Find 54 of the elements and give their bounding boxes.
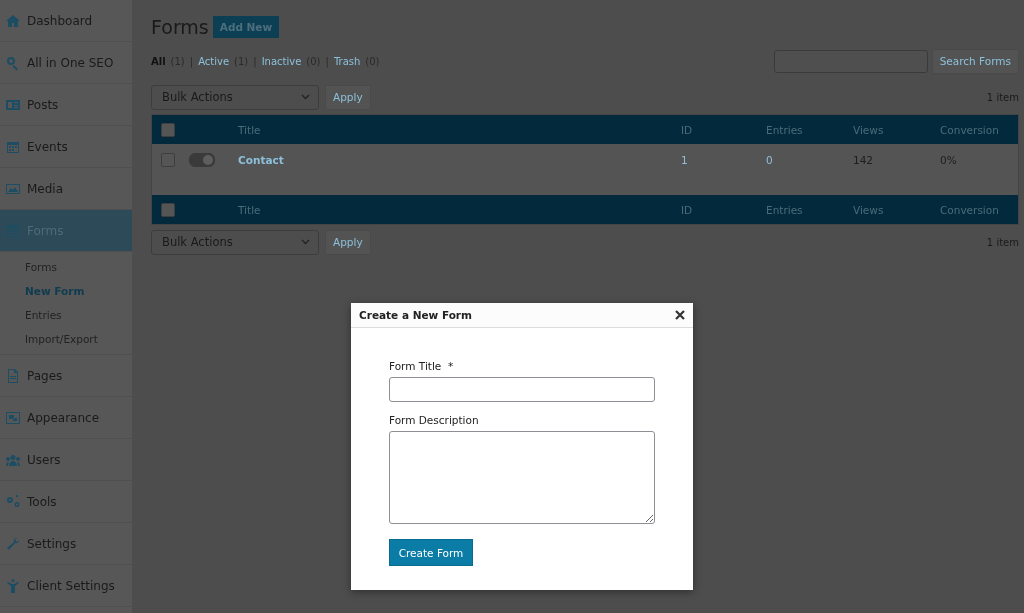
sidebar-item[interactable]: Client Settings <box>0 565 132 607</box>
column-header: Conversion <box>940 123 1000 136</box>
table-cell-text: 1 <box>681 153 689 168</box>
column-header: Title <box>238 203 262 216</box>
column-header: Title <box>238 123 262 136</box>
select-all-checkbox[interactable] <box>161 202 175 217</box>
column-header: Conversion <box>940 203 1000 216</box>
sidebar-item[interactable]: Posts <box>0 84 132 126</box>
sidebar-item[interactable]: Events <box>0 126 132 168</box>
menu-icon <box>5 409 21 426</box>
sidebar-item[interactable]: All in One SEO <box>0 42 132 84</box>
menu-icon <box>5 367 21 384</box>
field-label: Form Description <box>389 414 480 426</box>
submenu-item[interactable]: New Form <box>25 283 132 299</box>
form-title-input[interactable] <box>389 377 655 402</box>
form-description-textarea[interactable] <box>389 431 655 524</box>
filter-link[interactable]: Active <box>198 55 230 67</box>
menu-icon <box>5 493 21 510</box>
entries-link[interactable]: 0 <box>766 153 853 168</box>
filter-link[interactable]: Inactive <box>261 55 302 67</box>
sidebar-item[interactable]: Settings <box>0 523 132 565</box>
chevron-down-icon <box>301 94 310 100</box>
menu-icon <box>5 577 21 594</box>
sidebar-item[interactable]: Tools <box>0 481 132 523</box>
select-all-checkbox[interactable] <box>161 122 175 137</box>
sidebar-item[interactable]: Users <box>0 439 132 481</box>
column-header: ID <box>681 203 694 216</box>
toggle-switch[interactable] <box>189 153 215 167</box>
menu-icon <box>5 54 21 71</box>
apply-button[interactable]: Apply <box>325 229 371 255</box>
separator: | <box>189 55 194 67</box>
filter-link[interactable]: Trash <box>333 55 361 67</box>
separator: | <box>253 55 257 67</box>
column-header: Entries <box>766 203 804 216</box>
separator: | <box>325 55 329 67</box>
apply-button[interactable]: Apply <box>325 84 371 110</box>
sidebar-item[interactable]: Appearance <box>0 397 132 439</box>
sidebar-item[interactable]: Pages <box>0 355 132 397</box>
column-header: Entries <box>766 123 804 136</box>
column-header: Views <box>853 203 885 216</box>
create-form-button[interactable]: Create Form <box>389 539 473 566</box>
filter-link[interactable]: All <box>151 55 166 67</box>
form-title-link[interactable]: Contact <box>238 153 681 168</box>
dialog-title: Create a New Form <box>359 309 472 321</box>
menu-icon <box>5 12 21 29</box>
search-button[interactable]: Search Forms <box>931 48 1019 74</box>
close-icon[interactable] <box>675 310 685 320</box>
field-label: Form Title * <box>389 360 455 372</box>
add-new-button[interactable]: Add New <box>212 16 280 38</box>
column-header: Views <box>853 123 885 136</box>
chevron-down-icon <box>301 239 310 245</box>
menu-icon <box>5 535 21 552</box>
column-header: ID <box>681 123 694 136</box>
sidebar-item[interactable]: Dashboard <box>0 0 132 42</box>
